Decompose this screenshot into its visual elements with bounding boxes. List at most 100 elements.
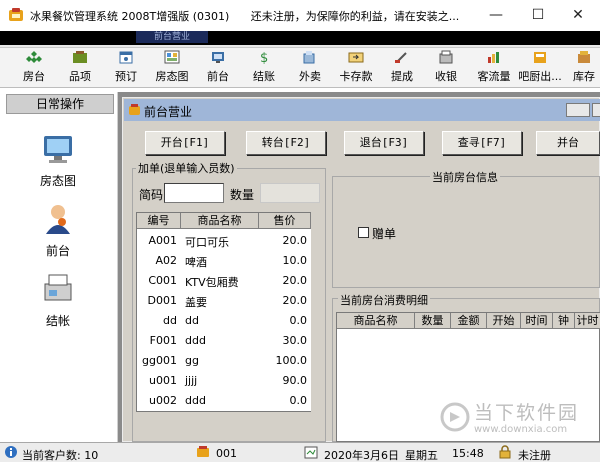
toolbar-room-button[interactable]: 房台 [16, 50, 52, 86]
item-code: F001 [149, 334, 177, 347]
table-row[interactable]: u002 ddd 0.0 [137, 391, 311, 411]
close-button[interactable]: ✕ [558, 4, 598, 26]
toolbar-label: 收银 [435, 70, 457, 83]
gift-label: 赠单 [372, 227, 397, 241]
toolbar-label: 卡存款 [339, 70, 373, 83]
column-header[interactable]: 编号 [137, 213, 181, 229]
watermark-url: www.downxia.com [474, 424, 568, 435]
toolbar-cashier-button[interactable]: 收银 [428, 50, 464, 86]
toolbar-traffic-button[interactable]: 客流量 [472, 50, 516, 86]
column-header[interactable]: 时间 [521, 313, 553, 329]
child-minimize-button[interactable] [566, 103, 590, 117]
svg-text:$: $ [260, 51, 268, 64]
toolbar-label: 提成 [391, 70, 413, 83]
item-price: 30.0 [282, 334, 308, 347]
gift-checkbox[interactable] [358, 227, 369, 238]
item-price: 10.0 [282, 254, 308, 267]
table-row[interactable]: F001 ddd 30.0 [137, 331, 311, 351]
toolbar-label: 房台 [23, 70, 45, 83]
item-code: dd [163, 314, 177, 327]
sidebar-item-label: 前台 [45, 244, 70, 258]
maximize-button[interactable]: ☐ [518, 4, 558, 26]
items-icon [73, 51, 87, 63]
item-code: u002 [149, 394, 177, 407]
toolbar-card-deposit-button[interactable]: 卡存款 [334, 50, 378, 86]
table-row[interactable]: D001 盖要 20.0 [137, 291, 311, 311]
item-name: ddd [185, 394, 206, 407]
column-header[interactable]: 金额 [451, 313, 487, 329]
table-row[interactable]: gg001 gg 100.0 [137, 351, 311, 371]
sidebar-item-front-desk[interactable]: 前台 [18, 202, 98, 259]
table-row[interactable]: C001 KTV包厢费 20.0 [137, 271, 311, 291]
item-name: KTV包厢费 [185, 276, 239, 289]
column-header[interactable]: 售价 [259, 213, 311, 229]
column-header[interactable]: 钟 [553, 313, 575, 329]
item-name: 啤酒 [185, 256, 207, 269]
card-deposit-icon [348, 52, 364, 63]
item-code: A02 [155, 254, 177, 267]
title-bar: 冰果餐饮管理系统 2008T增强版 (0301) 还未注册，为保障你的利益，请在… [0, 0, 600, 31]
toolbar-stock-button[interactable]: 库存 [568, 50, 600, 86]
column-header[interactable]: 商品名称 [181, 213, 259, 229]
toolbar-commission-button[interactable]: 提成 [384, 50, 420, 86]
toolbar: 房台 品项 预订 房态图 前台 $ 结账 外卖 卡存款 提成 收银 客流量 吧厨… [0, 48, 600, 88]
toolbar-room-status-button[interactable]: 房态图 [150, 50, 194, 86]
sidebar-item-checkout[interactable]: 结帐 [18, 272, 98, 329]
table-row[interactable]: A001 可口可乐 20.0 [137, 231, 311, 251]
toolbar-checkout-button[interactable]: $ 结账 [246, 50, 282, 86]
toolbar-label: 前台 [207, 70, 229, 83]
child-maximize-button[interactable] [592, 103, 600, 117]
booking-icon [119, 51, 133, 64]
transfer-table-button[interactable]: 转台[F2] [246, 131, 326, 155]
item-name: dd [185, 314, 199, 327]
room-status-icon [44, 136, 72, 163]
cashier-icon [439, 50, 453, 64]
takeout-icon [303, 51, 315, 64]
item-name: 盖要 [185, 296, 207, 309]
table-row[interactable]: dd dd 0.0 [137, 311, 311, 331]
item-price: 20.0 [282, 234, 308, 247]
search-button[interactable]: 查寻[F7] [442, 131, 522, 155]
toolbar-front-desk-button[interactable]: 前台 [200, 50, 236, 86]
front-desk-icon [46, 205, 70, 234]
toolbar-kitchen-button[interactable]: 吧厨出... [518, 50, 562, 86]
code-label: 简码 [139, 188, 164, 202]
status-time: 15:48 [452, 447, 484, 460]
toolbar-label: 外卖 [299, 70, 321, 83]
status-weekday: 星期五 [405, 449, 438, 462]
minimize-button[interactable]: — [476, 4, 516, 26]
customer-count: 当前客户数: 10 [22, 449, 99, 462]
commission-icon [395, 52, 407, 63]
item-table[interactable]: 编号 商品名称 售价 A001 可口可乐 20.0 A02 啤酒 10.0 C001 KTV包… [136, 212, 312, 412]
item-price: 20.0 [282, 294, 308, 307]
code-input[interactable] [164, 183, 224, 203]
table-row[interactable]: A02 啤酒 10.0 [137, 251, 311, 271]
sidebar-item-room-status[interactable]: 房态图 [18, 132, 98, 189]
return-table-button[interactable]: 退台[F3] [344, 131, 424, 155]
front-desk-icon [212, 52, 224, 63]
stock-icon [578, 51, 590, 63]
table-row[interactable]: u001 jjjj 90.0 [137, 371, 311, 391]
item-code: gg001 [142, 354, 177, 367]
item-price: 20.0 [282, 274, 308, 287]
toolbar-takeout-button[interactable]: 外卖 [292, 50, 328, 86]
column-header[interactable]: 开始 [487, 313, 521, 329]
open-table-button[interactable]: 开台[F1] [145, 131, 225, 155]
sidebar-item-label: 结帐 [45, 314, 70, 328]
toolbar-items-button[interactable]: 品项 [62, 50, 98, 86]
kitchen-icon [534, 52, 546, 63]
active-form-tag[interactable]: 前台营业 [136, 31, 208, 43]
merge-table-button[interactable]: 并台 [536, 131, 600, 155]
toolbar-booking-button[interactable]: 预订 [108, 50, 144, 86]
column-header[interactable]: 商品名称 [337, 313, 415, 329]
operator-id: 001 [216, 447, 237, 460]
app-title: 冰果餐饮管理系统 2008T增强版 (0301) [30, 10, 230, 23]
info-icon [5, 446, 17, 458]
column-header[interactable]: 计时 [575, 313, 600, 329]
registration-notice: 还未注册，为保障你的利益，请在安装之... [250, 10, 460, 23]
calendar-icon [304, 446, 318, 459]
toolbar-label: 预订 [115, 70, 137, 83]
column-header[interactable]: 数量 [415, 313, 451, 329]
quantity-input[interactable] [260, 183, 320, 203]
item-name: gg [185, 354, 199, 367]
